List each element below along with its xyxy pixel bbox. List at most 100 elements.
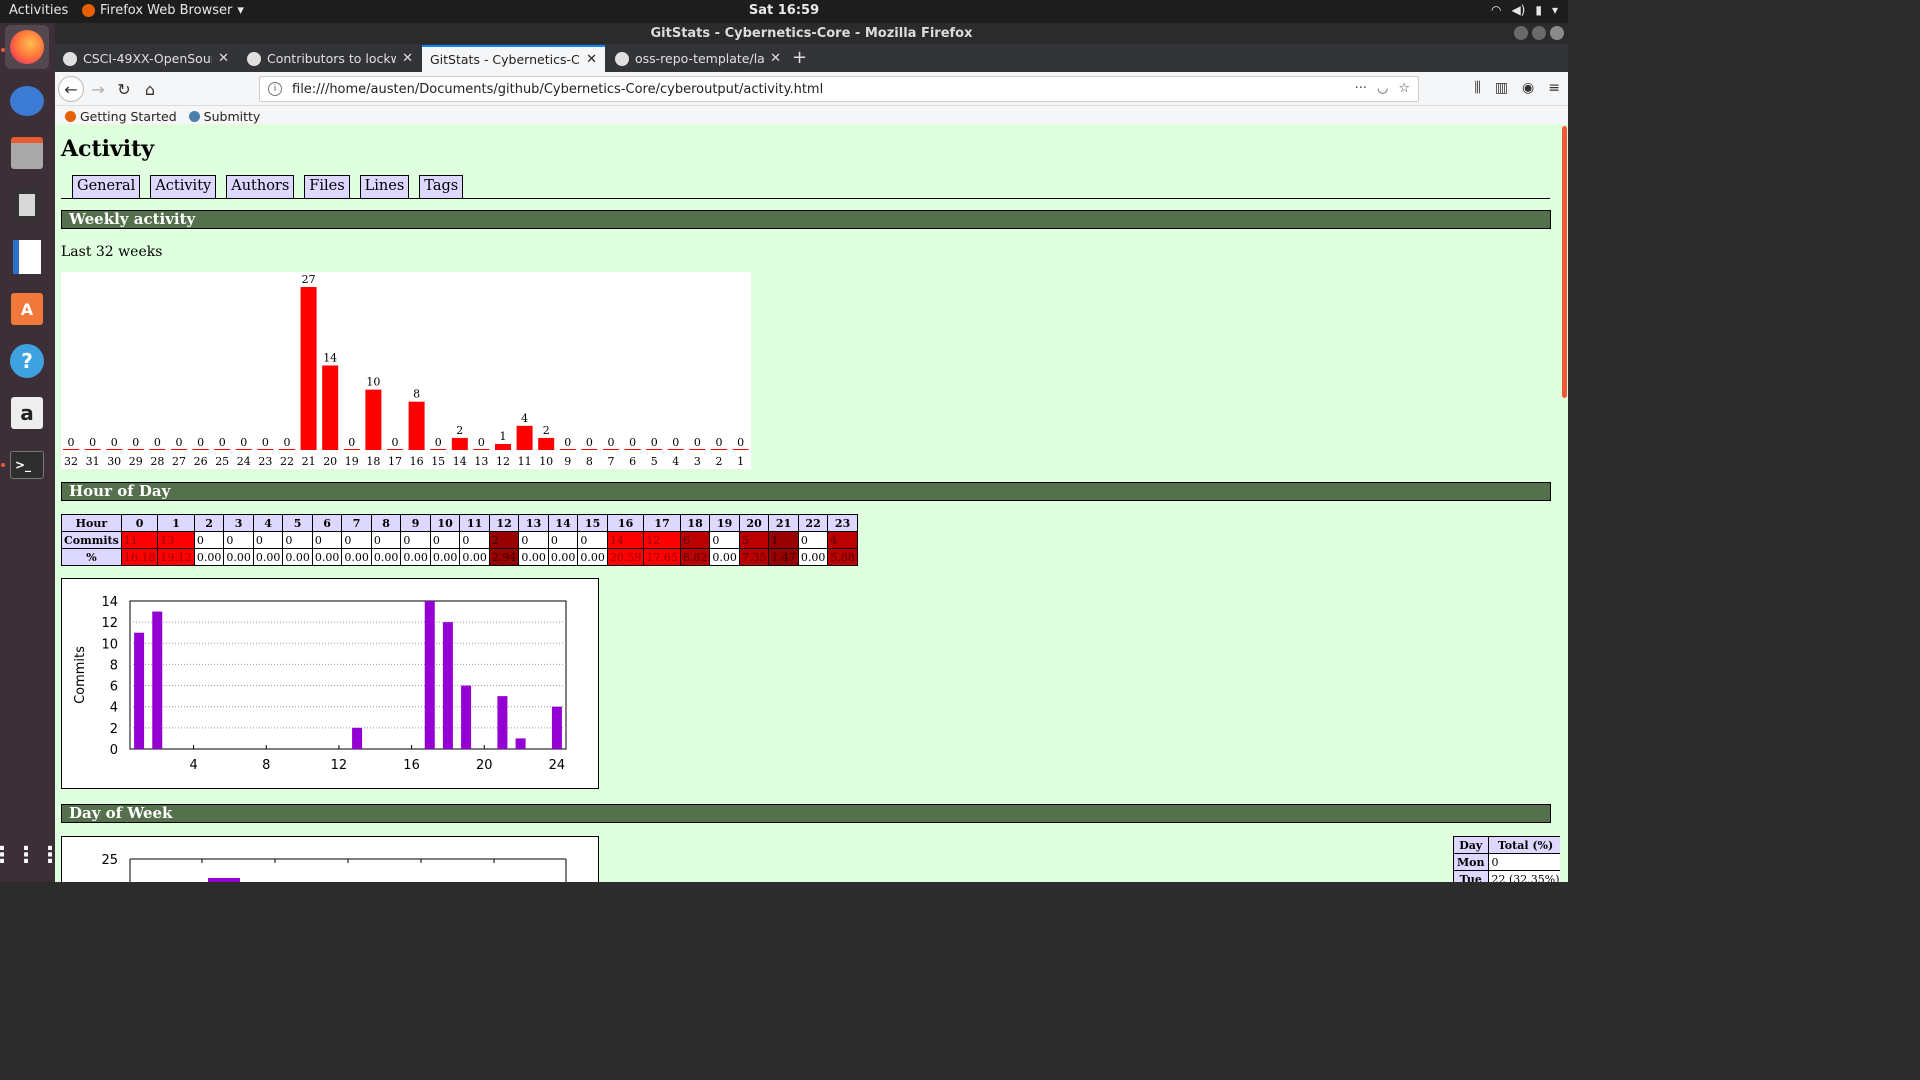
software-launcher[interactable]: A <box>5 287 49 331</box>
weekly-data-label: 0 <box>435 436 442 449</box>
hour-header: 7 <box>341 514 372 532</box>
system-tray[interactable]: ◠ ◀) ▮ ▾ <box>1491 3 1558 17</box>
hour-bar <box>424 601 435 749</box>
back-button[interactable]: ← <box>58 76 84 102</box>
dow-day: Mon <box>1453 853 1489 871</box>
thunderbird-launcher[interactable] <box>5 79 49 123</box>
page-scrollbar[interactable] <box>1560 124 1568 882</box>
help-launcher[interactable]: ? <box>5 339 49 383</box>
bookmark-label: Submitty <box>203 108 261 124</box>
bookmark-label: Getting Started <box>80 108 177 124</box>
weekly-data-label: 0 <box>478 436 485 449</box>
help-icon: ? <box>10 344 44 378</box>
firefox-icon <box>82 4 95 17</box>
nav-activity[interactable]: Activity <box>150 175 217 199</box>
new-tab-button[interactable]: + <box>792 47 807 68</box>
weekly-tick-label: 21 <box>302 455 316 468</box>
weekly-bar <box>711 449 727 450</box>
window-titlebar[interactable]: GitStats - Cybernetics-Core - Mozilla Fi… <box>55 23 1568 44</box>
weekly-data-label: 4 <box>521 412 528 425</box>
scrollbar-thumb[interactable] <box>1562 126 1567 398</box>
tab-contributors[interactable]: Contributors to lockwo/ ✕ <box>239 45 421 72</box>
url-bar[interactable]: i file:///home/austen/Documents/github/C… <box>259 76 1419 102</box>
files-launcher[interactable] <box>5 131 49 175</box>
percent-cell: 8.82 <box>679 548 711 566</box>
weekly-tick-label: 20 <box>323 455 337 468</box>
writer-launcher[interactable] <box>5 235 49 279</box>
weekly-tick-label: 26 <box>194 455 208 468</box>
weekly-bar <box>408 401 425 450</box>
weekly-data-label: 2 <box>543 424 550 437</box>
hour-header: 12 <box>488 514 520 532</box>
close-tab-icon[interactable]: ✕ <box>402 51 413 66</box>
close-tab-icon[interactable]: ✕ <box>586 52 597 67</box>
hour-header: 18 <box>679 514 711 532</box>
gitstats-nav: General Activity Authors Files Lines Tag… <box>72 175 464 199</box>
activities-button[interactable]: Activities <box>9 3 68 18</box>
weekly-tick-label: 16 <box>410 455 424 468</box>
row-label-commits: Commits <box>61 531 122 549</box>
page-actions-icon[interactable]: ··· <box>1355 81 1367 96</box>
tab-csci-opensource[interactable]: CSCI-49XX-OpenSource/l ✕ <box>55 45 237 72</box>
percent-cell: 0.00 <box>341 548 372 566</box>
weekly-caption: Last 32 weeks <box>61 244 163 260</box>
nav-tags[interactable]: Tags <box>419 175 464 199</box>
weekly-data-label: 0 <box>240 436 247 449</box>
app-menu[interactable]: Firefox Web Browser ▾ <box>82 3 244 18</box>
bookmark-submitty[interactable]: Submitty <box>188 108 261 124</box>
info-icon[interactable]: i <box>268 82 282 96</box>
terminal-launcher[interactable]: >_ <box>5 443 49 487</box>
tab-title: GitStats - Cybernetics-Core <box>430 52 580 67</box>
percent-cell: 7.35 <box>738 548 770 566</box>
weekly-tick-label: 3 <box>694 455 701 468</box>
weekly-data-label: 8 <box>413 388 420 401</box>
weekly-tick-label: 13 <box>474 455 488 468</box>
bookmark-star-icon[interactable]: ☆ <box>1398 81 1410 96</box>
close-window-button[interactable] <box>1550 26 1564 40</box>
reload-button[interactable]: ↻ <box>112 77 136 101</box>
pocket-icon[interactable]: ◡ <box>1377 81 1388 96</box>
bookmark-getting-started[interactable]: Getting Started <box>65 109 177 124</box>
forward-button[interactable]: → <box>86 77 110 101</box>
tab-gitstats[interactable]: GitStats - Cybernetics-Core ✕ <box>422 45 605 72</box>
close-tab-icon[interactable]: ✕ <box>770 51 781 66</box>
nav-files[interactable]: Files <box>304 175 350 199</box>
commits-cell: 6 <box>679 531 711 549</box>
nav-authors[interactable]: Authors <box>226 175 295 199</box>
amazon-launcher[interactable]: a <box>5 391 49 435</box>
weekly-data-label: 0 <box>651 436 658 449</box>
percent-cell: 0.00 <box>429 548 461 566</box>
x-tick-label: 4 <box>189 758 197 773</box>
account-icon[interactable]: ◉ <box>1522 80 1534 96</box>
weekly-tick-label: 2 <box>716 455 723 468</box>
weekly-tick-label: 25 <box>215 455 229 468</box>
sidebar-icon[interactable]: ▥ <box>1495 80 1508 96</box>
hour-header: 10 <box>429 514 461 532</box>
weekly-data-label: 0 <box>672 436 679 449</box>
firefox-icon <box>10 30 44 64</box>
nav-lines[interactable]: Lines <box>359 175 410 199</box>
tab-oss-repo-template[interactable]: oss-repo-template/lab3 ✕ <box>607 45 789 72</box>
hour-of-day-table: Hour 0 1 2 3 4 5 6 7 8 9 10 11 12 13 14 15 16 17 18 19 20 21 2… <box>61 514 858 566</box>
close-tab-icon[interactable]: ✕ <box>218 51 229 66</box>
clock[interactable]: Sat 16:59 <box>749 3 819 18</box>
weekly-tick-label: 17 <box>388 455 402 468</box>
home-button[interactable]: ⌂ <box>138 77 162 101</box>
rhythmbox-launcher[interactable] <box>5 183 49 227</box>
commits-cell: 0 <box>193 531 225 549</box>
commits-row: Commits 11 13 0 0 0 0 0 0 0 0 0 0 2 0 0 0 14 12 6 0 5 1 0 4 <box>61 531 858 549</box>
minimize-button[interactable] <box>1514 26 1528 40</box>
weekly-data-label: 0 <box>68 436 75 449</box>
show-applications-button[interactable]: ⋮⋮⋮ <box>0 833 61 877</box>
percent-cell: 0.00 <box>797 548 829 566</box>
nav-general[interactable]: General <box>72 175 141 199</box>
hamburger-menu-icon[interactable]: ≡ <box>1548 80 1560 96</box>
commits-cell: 4 <box>827 531 858 549</box>
percent-cell: 0.00 <box>459 548 490 566</box>
library-icon[interactable]: ⫼ <box>1474 80 1480 96</box>
maximize-button[interactable] <box>1532 26 1546 40</box>
weekly-bar <box>171 449 187 450</box>
nav-divider <box>61 198 1550 199</box>
y-tick-label: 8 <box>110 658 118 673</box>
firefox-launcher[interactable] <box>5 25 49 69</box>
